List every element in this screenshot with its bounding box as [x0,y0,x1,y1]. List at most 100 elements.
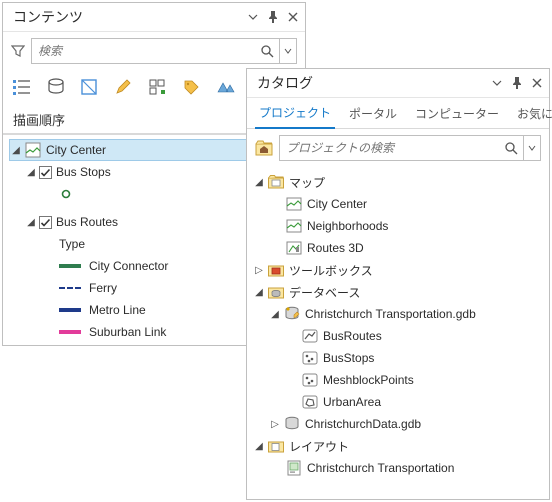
fc-label: BusRoutes [321,329,382,343]
map-item-label: City Center [305,197,367,211]
expand-toggle[interactable]: ◢ [253,441,265,452]
catalog-pane: カタログ プロジェクト ポータル コンピューター お気に入り ◢ マップ Cit… [246,68,550,500]
search-dropdown-icon[interactable] [279,39,296,63]
folder-databases[interactable]: ◢ データベース [253,281,545,303]
catalog-tabs: プロジェクト ポータル コンピューター お気に入り [247,98,549,129]
visibility-checkbox[interactable] [39,166,52,179]
fc-item[interactable]: BusRoutes [253,325,545,347]
catalog-tree: ◢ マップ City Center Neighborhoods Routes 3… [247,167,549,487]
fc-item[interactable]: UrbanArea [253,391,545,413]
line-swatch-icon [59,308,81,312]
pin-icon[interactable] [267,11,279,23]
expand-toggle[interactable]: ◢ [253,287,265,298]
window-controls [491,77,543,89]
expand-toggle[interactable]: ▷ [269,419,281,430]
filter-icon[interactable] [11,44,25,58]
list-by-snapping-icon[interactable] [147,76,169,98]
catalog-search-input[interactable] [280,139,499,157]
search-icon[interactable] [499,141,523,155]
expand-toggle[interactable]: ◢ [25,217,37,228]
point-fc-icon [301,349,319,367]
home-folder-icon[interactable] [255,139,273,157]
polygon-fc-icon [301,393,319,411]
list-by-labeling-icon[interactable] [181,76,203,98]
catalog-title: カタログ [257,73,313,93]
folder-layouts[interactable]: ◢ レイアウト [253,435,545,457]
fc-label: BusStops [321,351,374,365]
contents-search-row [3,32,305,70]
folder-label: レイアウト [287,438,349,455]
close-icon[interactable] [287,11,299,23]
maps-folder-icon [267,173,285,191]
folder-toolboxes[interactable]: ▷ ツールボックス [253,259,545,281]
folder-label: データベース [287,284,360,301]
expand-toggle[interactable]: ◢ [253,177,265,188]
list-by-data-source-icon[interactable] [45,76,67,98]
legend-label: Suburban Link [87,325,166,339]
map-item-label: Neighborhoods [305,219,388,233]
map-item-label: City Center [44,143,106,157]
line-fc-icon [301,327,319,345]
dropdown-icon[interactable] [247,11,259,23]
folder-label: マップ [287,174,325,191]
pin-icon[interactable] [511,77,523,89]
gdb-label: ChristchurchData.gdb [303,417,421,431]
scene-icon [285,239,303,257]
list-by-drawing-order-icon[interactable] [11,76,33,98]
search-dropdown-icon[interactable] [523,136,540,160]
catalog-search[interactable] [279,135,541,161]
point-symbol-icon [57,185,75,203]
layer-label: Bus Stops [54,165,111,179]
default-gdb-icon [283,305,301,323]
map-item[interactable]: Neighborhoods [253,215,545,237]
map-item[interactable]: Routes 3D [253,237,545,259]
list-by-perspective-icon[interactable] [215,76,237,98]
layout-item[interactable]: Christchurch Transportation [253,457,545,479]
gdb-label: Christchurch Transportation.gdb [303,307,476,321]
window-controls [247,11,299,23]
map-item[interactable]: City Center [253,193,545,215]
map-icon [24,141,42,159]
tab-computer[interactable]: コンピューター [411,99,503,128]
folder-maps[interactable]: ◢ マップ [253,171,545,193]
expand-toggle[interactable]: ◢ [10,145,22,156]
fc-label: MeshblockPoints [321,373,414,387]
gdb-item[interactable]: ▷ ChristchurchData.gdb [253,413,545,435]
map-icon [285,195,303,213]
map-icon [285,217,303,235]
line-swatch-icon [59,287,81,289]
point-fc-icon [301,371,319,389]
type-label: Type [57,237,85,251]
fc-item[interactable]: MeshblockPoints [253,369,545,391]
gdb-icon [283,415,301,433]
line-swatch-icon [59,330,81,334]
catalog-search-row [247,129,549,167]
contents-titlebar: コンテンツ [3,3,305,32]
catalog-titlebar: カタログ [247,69,549,98]
fc-item[interactable]: BusStops [253,347,545,369]
legend-label: City Connector [87,259,168,273]
gdb-item[interactable]: ◢ Christchurch Transportation.gdb [253,303,545,325]
contents-search-input[interactable] [32,42,255,60]
search-icon[interactable] [255,44,279,58]
list-by-editing-icon[interactable] [113,76,135,98]
visibility-checkbox[interactable] [39,216,52,229]
contents-search[interactable] [31,38,297,64]
map-item-label: Routes 3D [305,241,364,255]
fc-label: UrbanArea [321,395,381,409]
tab-portal[interactable]: ポータル [345,99,401,128]
tab-favorites[interactable]: お気に入り [513,99,552,128]
dropdown-icon[interactable] [491,77,503,89]
expand-toggle[interactable]: ◢ [25,167,37,178]
line-swatch-icon [59,264,81,268]
layer-label: Bus Routes [54,215,118,229]
legend-label: Ferry [87,281,117,295]
databases-folder-icon [267,283,285,301]
layouts-folder-icon [267,437,285,455]
close-icon[interactable] [531,77,543,89]
expand-toggle[interactable]: ▷ [253,265,265,276]
toolbox-folder-icon [267,261,285,279]
list-by-selection-icon[interactable] [79,76,101,98]
expand-toggle[interactable]: ◢ [269,309,281,320]
tab-project[interactable]: プロジェクト [255,98,335,129]
